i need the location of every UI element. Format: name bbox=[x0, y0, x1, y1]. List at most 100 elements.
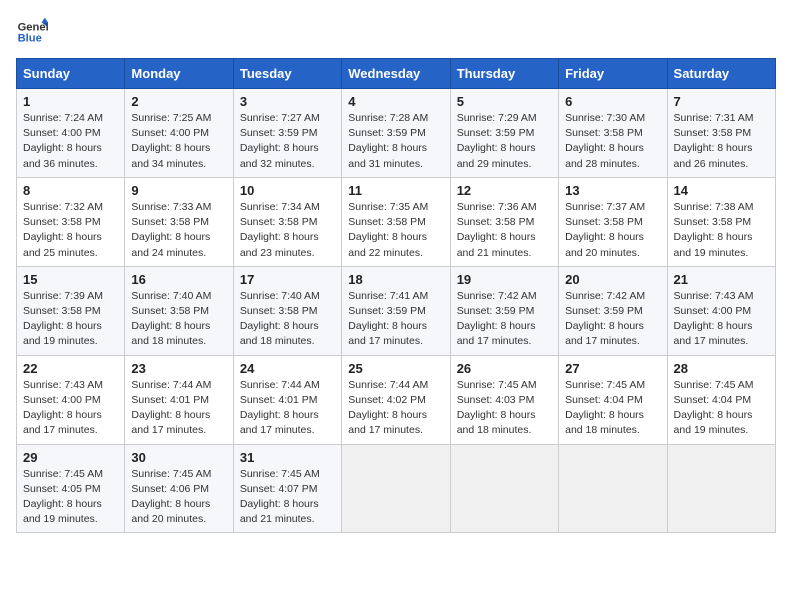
calendar-cell: 8 Sunrise: 7:32 AMSunset: 3:58 PMDayligh… bbox=[17, 177, 125, 266]
day-number: 15 bbox=[23, 272, 118, 287]
day-number: 8 bbox=[23, 183, 118, 198]
logo: General Blue bbox=[16, 16, 48, 48]
day-info: Sunrise: 7:45 AMSunset: 4:04 PMDaylight:… bbox=[565, 378, 660, 439]
day-number: 21 bbox=[674, 272, 769, 287]
calendar-cell: 25 Sunrise: 7:44 AMSunset: 4:02 PMDaylig… bbox=[342, 355, 450, 444]
day-number: 17 bbox=[240, 272, 335, 287]
calendar-cell: 27 Sunrise: 7:45 AMSunset: 4:04 PMDaylig… bbox=[559, 355, 667, 444]
day-info: Sunrise: 7:41 AMSunset: 3:59 PMDaylight:… bbox=[348, 289, 443, 350]
calendar-cell: 4 Sunrise: 7:28 AMSunset: 3:59 PMDayligh… bbox=[342, 89, 450, 178]
header-saturday: Saturday bbox=[667, 59, 775, 89]
day-info: Sunrise: 7:45 AMSunset: 4:04 PMDaylight:… bbox=[674, 378, 769, 439]
day-number: 19 bbox=[457, 272, 552, 287]
calendar-cell: 15 Sunrise: 7:39 AMSunset: 3:58 PMDaylig… bbox=[17, 266, 125, 355]
day-number: 26 bbox=[457, 361, 552, 376]
day-info: Sunrise: 7:35 AMSunset: 3:58 PMDaylight:… bbox=[348, 200, 443, 261]
logo-icon: General Blue bbox=[16, 16, 48, 48]
calendar-cell: 28 Sunrise: 7:45 AMSunset: 4:04 PMDaylig… bbox=[667, 355, 775, 444]
calendar-cell bbox=[450, 444, 558, 533]
day-info: Sunrise: 7:44 AMSunset: 4:01 PMDaylight:… bbox=[240, 378, 335, 439]
day-number: 9 bbox=[131, 183, 226, 198]
calendar-cell: 1 Sunrise: 7:24 AMSunset: 4:00 PMDayligh… bbox=[17, 89, 125, 178]
calendar-header-row: SundayMondayTuesdayWednesdayThursdayFrid… bbox=[17, 59, 776, 89]
header-sunday: Sunday bbox=[17, 59, 125, 89]
calendar-cell: 6 Sunrise: 7:30 AMSunset: 3:58 PMDayligh… bbox=[559, 89, 667, 178]
day-number: 5 bbox=[457, 94, 552, 109]
calendar-table: SundayMondayTuesdayWednesdayThursdayFrid… bbox=[16, 58, 776, 533]
calendar-cell: 20 Sunrise: 7:42 AMSunset: 3:59 PMDaylig… bbox=[559, 266, 667, 355]
calendar-cell: 7 Sunrise: 7:31 AMSunset: 3:58 PMDayligh… bbox=[667, 89, 775, 178]
svg-text:Blue: Blue bbox=[18, 33, 42, 45]
calendar-cell: 3 Sunrise: 7:27 AMSunset: 3:59 PMDayligh… bbox=[233, 89, 341, 178]
day-info: Sunrise: 7:33 AMSunset: 3:58 PMDaylight:… bbox=[131, 200, 226, 261]
day-info: Sunrise: 7:24 AMSunset: 4:00 PMDaylight:… bbox=[23, 111, 118, 172]
calendar-cell: 11 Sunrise: 7:35 AMSunset: 3:58 PMDaylig… bbox=[342, 177, 450, 266]
day-info: Sunrise: 7:43 AMSunset: 4:00 PMDaylight:… bbox=[674, 289, 769, 350]
day-info: Sunrise: 7:42 AMSunset: 3:59 PMDaylight:… bbox=[565, 289, 660, 350]
day-info: Sunrise: 7:45 AMSunset: 4:06 PMDaylight:… bbox=[131, 467, 226, 528]
calendar-cell: 23 Sunrise: 7:44 AMSunset: 4:01 PMDaylig… bbox=[125, 355, 233, 444]
calendar-week-1: 1 Sunrise: 7:24 AMSunset: 4:00 PMDayligh… bbox=[17, 89, 776, 178]
calendar-cell: 21 Sunrise: 7:43 AMSunset: 4:00 PMDaylig… bbox=[667, 266, 775, 355]
calendar-cell: 26 Sunrise: 7:45 AMSunset: 4:03 PMDaylig… bbox=[450, 355, 558, 444]
calendar-cell: 29 Sunrise: 7:45 AMSunset: 4:05 PMDaylig… bbox=[17, 444, 125, 533]
header-thursday: Thursday bbox=[450, 59, 558, 89]
calendar-cell bbox=[559, 444, 667, 533]
day-info: Sunrise: 7:45 AMSunset: 4:07 PMDaylight:… bbox=[240, 467, 335, 528]
calendar-cell: 2 Sunrise: 7:25 AMSunset: 4:00 PMDayligh… bbox=[125, 89, 233, 178]
header-friday: Friday bbox=[559, 59, 667, 89]
day-number: 4 bbox=[348, 94, 443, 109]
header-monday: Monday bbox=[125, 59, 233, 89]
day-info: Sunrise: 7:42 AMSunset: 3:59 PMDaylight:… bbox=[457, 289, 552, 350]
day-number: 28 bbox=[674, 361, 769, 376]
day-info: Sunrise: 7:44 AMSunset: 4:01 PMDaylight:… bbox=[131, 378, 226, 439]
calendar-cell: 9 Sunrise: 7:33 AMSunset: 3:58 PMDayligh… bbox=[125, 177, 233, 266]
day-number: 24 bbox=[240, 361, 335, 376]
day-number: 10 bbox=[240, 183, 335, 198]
day-info: Sunrise: 7:38 AMSunset: 3:58 PMDaylight:… bbox=[674, 200, 769, 261]
day-number: 3 bbox=[240, 94, 335, 109]
calendar-cell: 22 Sunrise: 7:43 AMSunset: 4:00 PMDaylig… bbox=[17, 355, 125, 444]
calendar-cell: 17 Sunrise: 7:40 AMSunset: 3:58 PMDaylig… bbox=[233, 266, 341, 355]
day-info: Sunrise: 7:40 AMSunset: 3:58 PMDaylight:… bbox=[240, 289, 335, 350]
day-number: 18 bbox=[348, 272, 443, 287]
day-number: 30 bbox=[131, 450, 226, 465]
day-number: 11 bbox=[348, 183, 443, 198]
day-info: Sunrise: 7:34 AMSunset: 3:58 PMDaylight:… bbox=[240, 200, 335, 261]
day-info: Sunrise: 7:40 AMSunset: 3:58 PMDaylight:… bbox=[131, 289, 226, 350]
calendar-cell: 19 Sunrise: 7:42 AMSunset: 3:59 PMDaylig… bbox=[450, 266, 558, 355]
day-info: Sunrise: 7:36 AMSunset: 3:58 PMDaylight:… bbox=[457, 200, 552, 261]
calendar-cell: 13 Sunrise: 7:37 AMSunset: 3:58 PMDaylig… bbox=[559, 177, 667, 266]
day-number: 6 bbox=[565, 94, 660, 109]
calendar-cell bbox=[342, 444, 450, 533]
calendar-week-2: 8 Sunrise: 7:32 AMSunset: 3:58 PMDayligh… bbox=[17, 177, 776, 266]
day-number: 12 bbox=[457, 183, 552, 198]
day-info: Sunrise: 7:45 AMSunset: 4:03 PMDaylight:… bbox=[457, 378, 552, 439]
day-info: Sunrise: 7:37 AMSunset: 3:58 PMDaylight:… bbox=[565, 200, 660, 261]
calendar-week-3: 15 Sunrise: 7:39 AMSunset: 3:58 PMDaylig… bbox=[17, 266, 776, 355]
calendar-cell bbox=[667, 444, 775, 533]
calendar-cell: 30 Sunrise: 7:45 AMSunset: 4:06 PMDaylig… bbox=[125, 444, 233, 533]
calendar-cell: 10 Sunrise: 7:34 AMSunset: 3:58 PMDaylig… bbox=[233, 177, 341, 266]
day-number: 1 bbox=[23, 94, 118, 109]
day-info: Sunrise: 7:28 AMSunset: 3:59 PMDaylight:… bbox=[348, 111, 443, 172]
day-info: Sunrise: 7:39 AMSunset: 3:58 PMDaylight:… bbox=[23, 289, 118, 350]
day-info: Sunrise: 7:31 AMSunset: 3:58 PMDaylight:… bbox=[674, 111, 769, 172]
calendar-cell: 24 Sunrise: 7:44 AMSunset: 4:01 PMDaylig… bbox=[233, 355, 341, 444]
day-info: Sunrise: 7:27 AMSunset: 3:59 PMDaylight:… bbox=[240, 111, 335, 172]
day-number: 29 bbox=[23, 450, 118, 465]
calendar-cell: 16 Sunrise: 7:40 AMSunset: 3:58 PMDaylig… bbox=[125, 266, 233, 355]
day-number: 13 bbox=[565, 183, 660, 198]
calendar-cell: 31 Sunrise: 7:45 AMSunset: 4:07 PMDaylig… bbox=[233, 444, 341, 533]
day-info: Sunrise: 7:43 AMSunset: 4:00 PMDaylight:… bbox=[23, 378, 118, 439]
page-header: General Blue bbox=[16, 16, 776, 48]
calendar-week-4: 22 Sunrise: 7:43 AMSunset: 4:00 PMDaylig… bbox=[17, 355, 776, 444]
day-number: 31 bbox=[240, 450, 335, 465]
day-number: 25 bbox=[348, 361, 443, 376]
day-number: 7 bbox=[674, 94, 769, 109]
day-number: 22 bbox=[23, 361, 118, 376]
day-info: Sunrise: 7:32 AMSunset: 3:58 PMDaylight:… bbox=[23, 200, 118, 261]
calendar-cell: 5 Sunrise: 7:29 AMSunset: 3:59 PMDayligh… bbox=[450, 89, 558, 178]
day-number: 16 bbox=[131, 272, 226, 287]
day-number: 2 bbox=[131, 94, 226, 109]
